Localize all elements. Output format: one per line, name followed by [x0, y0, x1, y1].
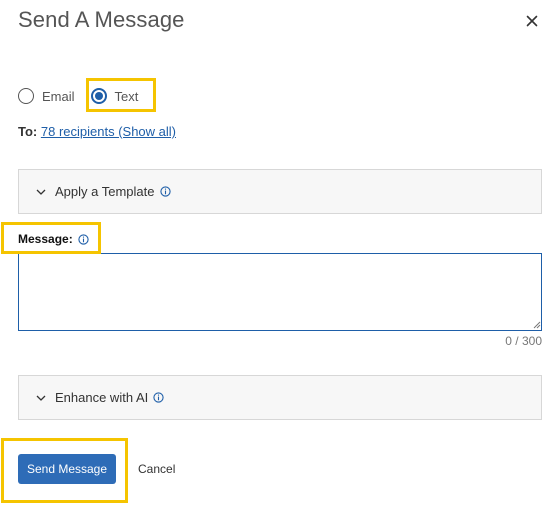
radio-text-circle[interactable]: [90, 88, 107, 104]
message-label-text: Message:: [18, 232, 73, 246]
radio-email[interactable]: Email: [18, 88, 75, 104]
chevron-down-icon: [36, 395, 46, 401]
dialog-title: Send A Message: [18, 7, 185, 32]
resize-grip-icon[interactable]: [532, 320, 541, 329]
apply-template-panel[interactable]: Apply a Template: [18, 169, 542, 214]
radio-email-circle[interactable]: [18, 88, 34, 104]
radio-email-label[interactable]: Email: [42, 89, 75, 104]
character-counter: 0 / 300: [505, 334, 542, 348]
chevron-down-icon: [36, 189, 46, 195]
apply-template-label: Apply a Template: [55, 184, 155, 199]
enhance-ai-label: Enhance with AI: [55, 390, 149, 405]
to-label: To:: [18, 124, 38, 139]
message-label: Message:: [18, 232, 89, 246]
enhance-ai-panel[interactable]: Enhance with AI: [18, 375, 542, 420]
close-icon[interactable]: [523, 12, 541, 30]
info-icon[interactable]: [159, 186, 171, 197]
send-message-button[interactable]: Send Message: [18, 454, 116, 484]
message-textarea[interactable]: [18, 253, 542, 331]
radio-text[interactable]: Text: [90, 88, 139, 104]
radio-text-label[interactable]: Text: [115, 89, 139, 104]
recipients-line: To: 78 recipients (Show all): [18, 124, 176, 139]
info-icon[interactable]: [78, 233, 89, 245]
info-icon[interactable]: [153, 392, 164, 403]
channel-radio-group: Email Text: [18, 85, 138, 107]
cancel-button[interactable]: Cancel: [130, 454, 183, 484]
recipients-link[interactable]: 78 recipients (Show all): [41, 124, 176, 139]
